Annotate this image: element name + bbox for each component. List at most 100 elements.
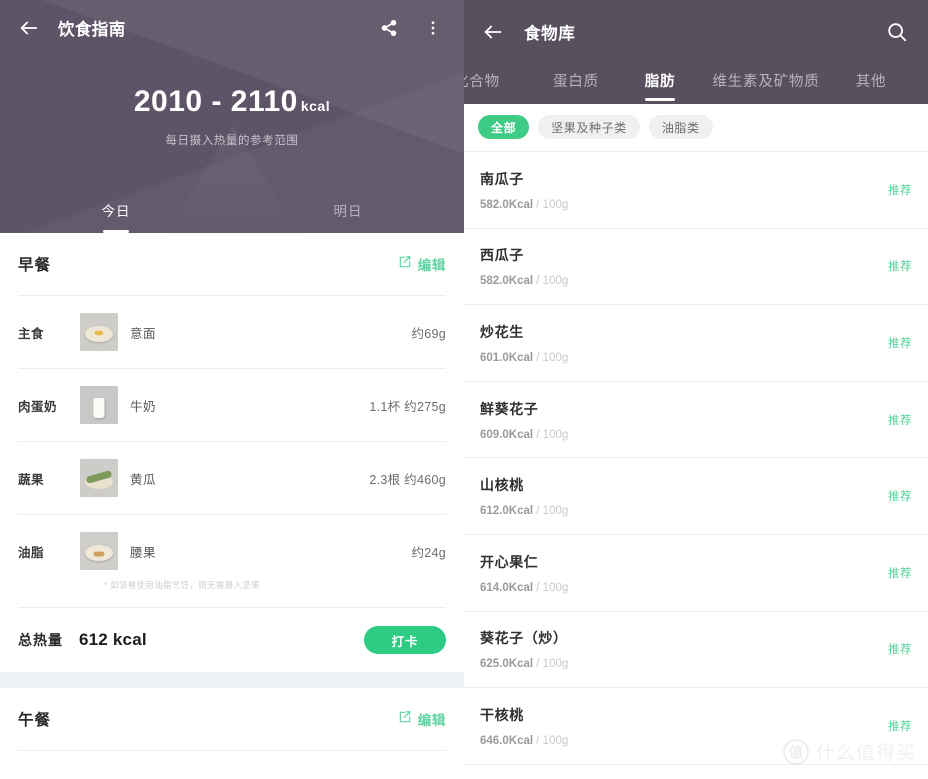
- pasta-plate-thumbnail: [80, 313, 118, 351]
- checkin-button[interactable]: 打卡: [364, 626, 446, 654]
- breakfast-edit-label: 编辑: [417, 258, 446, 273]
- food-info: 西瓜子 582.0Kcal / 100g: [480, 245, 568, 287]
- recommended-badge: 推荐: [888, 184, 912, 197]
- meal-row-amount: 约69g: [411, 326, 446, 341]
- calorie-range-value: 2010 - 2110: [133, 85, 298, 118]
- chip-nuts-seeds[interactable]: 坚果及种子类: [538, 115, 640, 139]
- breakfast-edit-button[interactable]: 编辑: [398, 254, 446, 274]
- page-title: 饮食指南: [58, 21, 126, 39]
- food-calories-per: / 100g: [536, 505, 569, 518]
- app-screenshot: 饮食指南 2010 - 2110 kcal 每日摄入热量的参考范围 今日 明日 …: [0, 0, 928, 779]
- food-calories: 646.0Kcal / 100g: [480, 735, 568, 747]
- list-item[interactable]: 西瓜子 582.0Kcal / 100g 推荐: [464, 229, 928, 306]
- food-calories: 582.0Kcal / 100g: [480, 275, 568, 287]
- back-icon[interactable]: [478, 17, 508, 47]
- recommended-badge: 推荐: [888, 644, 912, 657]
- food-calories-value: 614.0Kcal: [480, 581, 534, 594]
- calorie-subtitle: 每日摄入热量的参考范围: [165, 135, 299, 147]
- food-calories: 582.0Kcal / 100g: [480, 199, 568, 211]
- meal-row-name: 腰果: [130, 545, 157, 560]
- tab-protein[interactable]: 蛋白质: [528, 64, 624, 104]
- nutrient-tabs: 化合物 蛋白质 脂肪 维生素及矿物质 其他: [464, 64, 928, 104]
- meal-row-staple[interactable]: 主食 意面 约69g: [0, 296, 464, 368]
- list-item[interactable]: 炒花生 601.0Kcal / 100g 推荐: [464, 305, 928, 382]
- tab-vitamins-minerals[interactable]: 维生素及矿物质: [696, 64, 836, 104]
- calorie-hero-header: 饮食指南 2010 - 2110 kcal 每日摄入热量的参考范围 今日 明日: [0, 0, 464, 233]
- meal-row-name: 黄瓜: [130, 472, 157, 487]
- tab-fat[interactable]: 脂肪: [624, 64, 696, 104]
- list-item[interactable]: 山核桃 612.0Kcal / 100g 推荐: [464, 458, 928, 535]
- chip-all[interactable]: 全部: [478, 115, 530, 139]
- food-calories-per: / 100g: [536, 734, 569, 747]
- list-item[interactable]: 干核桃 646.0Kcal / 100g 推荐: [464, 688, 928, 765]
- meal-row-fat[interactable]: 油脂 腰果 约24g: [0, 515, 464, 587]
- food-library-header: 食物库 化合物 蛋白质 脂肪 维生素及矿物质 其他: [464, 0, 928, 104]
- list-item[interactable]: 开心果仁 614.0Kcal / 100g 推荐: [464, 535, 928, 612]
- food-info: 鲜葵花子 609.0Kcal / 100g: [480, 399, 568, 441]
- food-name: 南瓜子: [480, 170, 524, 187]
- food-calories: 609.0Kcal / 100g: [480, 429, 568, 441]
- food-library-title: 食物库: [524, 25, 576, 43]
- meal-row-name: 牛奶: [130, 399, 157, 414]
- edit-icon: [398, 710, 412, 729]
- food-calories-per: / 100g: [536, 275, 569, 288]
- meal-row-amount: 约24g: [411, 545, 446, 560]
- food-calories-per: / 100g: [536, 351, 569, 364]
- meal-row-category: 肉蛋奶: [18, 399, 58, 414]
- tab-today[interactable]: 今日: [0, 187, 232, 233]
- lunch-title: 午餐: [18, 712, 52, 729]
- food-info: 葵花子（炒） 625.0Kcal / 100g: [480, 628, 568, 670]
- list-item[interactable]: 鲜葵花子 609.0Kcal / 100g 推荐: [464, 382, 928, 459]
- food-info: 开心果仁 614.0Kcal / 100g: [480, 552, 568, 594]
- breakfast-title: 早餐: [18, 257, 52, 274]
- meal-row-vegetable[interactable]: 蔬果 黄瓜 2.3根 约460g: [0, 442, 464, 514]
- food-name: 西瓜子: [480, 247, 524, 264]
- food-name: 鲜葵花子: [480, 400, 539, 417]
- food-list: 南瓜子 582.0Kcal / 100g 推荐 西瓜子 582.0Kcal / …: [464, 151, 928, 765]
- tab-other[interactable]: 其他: [836, 64, 906, 104]
- back-icon[interactable]: [14, 13, 44, 43]
- food-calories-value: 646.0Kcal: [480, 734, 534, 747]
- tab-carbohydrate[interactable]: 化合物: [464, 64, 528, 104]
- food-name: 炒花生: [480, 323, 524, 340]
- food-name: 葵花子（炒）: [480, 630, 568, 647]
- breakfast-header: 早餐 编辑: [0, 233, 464, 295]
- food-calories-per: / 100g: [536, 428, 569, 441]
- food-calories-value: 609.0Kcal: [480, 428, 534, 441]
- recommended-badge: 推荐: [888, 491, 912, 504]
- meal-row-name: 意面: [130, 326, 157, 341]
- food-library-panel: 食物库 化合物 蛋白质 脂肪 维生素及矿物质 其他 全部 坚果及种子类 油脂类: [464, 0, 928, 779]
- food-calories-value: 612.0Kcal: [480, 505, 534, 518]
- calorie-summary: 2010 - 2110 kcal 每日摄入热量的参考范围: [0, 85, 464, 148]
- more-vertical-icon[interactable]: [418, 13, 448, 43]
- day-tabs: 今日 明日: [0, 187, 464, 233]
- food-library-appbar: 食物库: [464, 0, 928, 64]
- food-calories-value: 625.0Kcal: [480, 658, 534, 671]
- list-item[interactable]: 葵花子（炒） 625.0Kcal / 100g 推荐: [464, 612, 928, 689]
- total-calories-label: 总热量: [18, 632, 63, 648]
- food-info: 干核桃 646.0Kcal / 100g: [480, 705, 568, 747]
- food-name: 开心果仁: [480, 553, 539, 570]
- recommended-badge: 推荐: [888, 720, 912, 733]
- tab-tomorrow[interactable]: 明日: [232, 187, 464, 233]
- cucumber-plate-thumbnail: [80, 459, 118, 497]
- share-icon[interactable]: [374, 13, 404, 43]
- milk-glass-thumbnail: [80, 386, 118, 424]
- meal-row-protein[interactable]: 肉蛋奶 牛奶 1.1杯 约275g: [0, 369, 464, 441]
- meal-row-category: 主食: [18, 326, 45, 341]
- food-calories-value: 582.0Kcal: [480, 275, 534, 288]
- food-calories-per: / 100g: [536, 198, 569, 211]
- chip-oils[interactable]: 油脂类: [648, 115, 713, 139]
- food-info: 炒花生 601.0Kcal / 100g: [480, 322, 568, 364]
- section-separator: [0, 672, 464, 688]
- meal-row-amount: 2.3根 约460g: [369, 472, 446, 487]
- meal-row-category: 蔬果: [18, 472, 45, 487]
- lunch-edit-button[interactable]: 编辑: [398, 709, 446, 729]
- fat-footnote: * 如该餐使用油脂烹饪，则无需摄入坚果: [104, 580, 260, 590]
- list-item[interactable]: 南瓜子 582.0Kcal / 100g 推荐: [464, 152, 928, 229]
- food-calories-value: 601.0Kcal: [480, 351, 534, 364]
- food-calories-per: / 100g: [536, 581, 569, 594]
- search-icon[interactable]: [882, 17, 912, 47]
- recommended-badge: 推荐: [888, 261, 912, 274]
- food-calories-value: 582.0Kcal: [480, 198, 534, 211]
